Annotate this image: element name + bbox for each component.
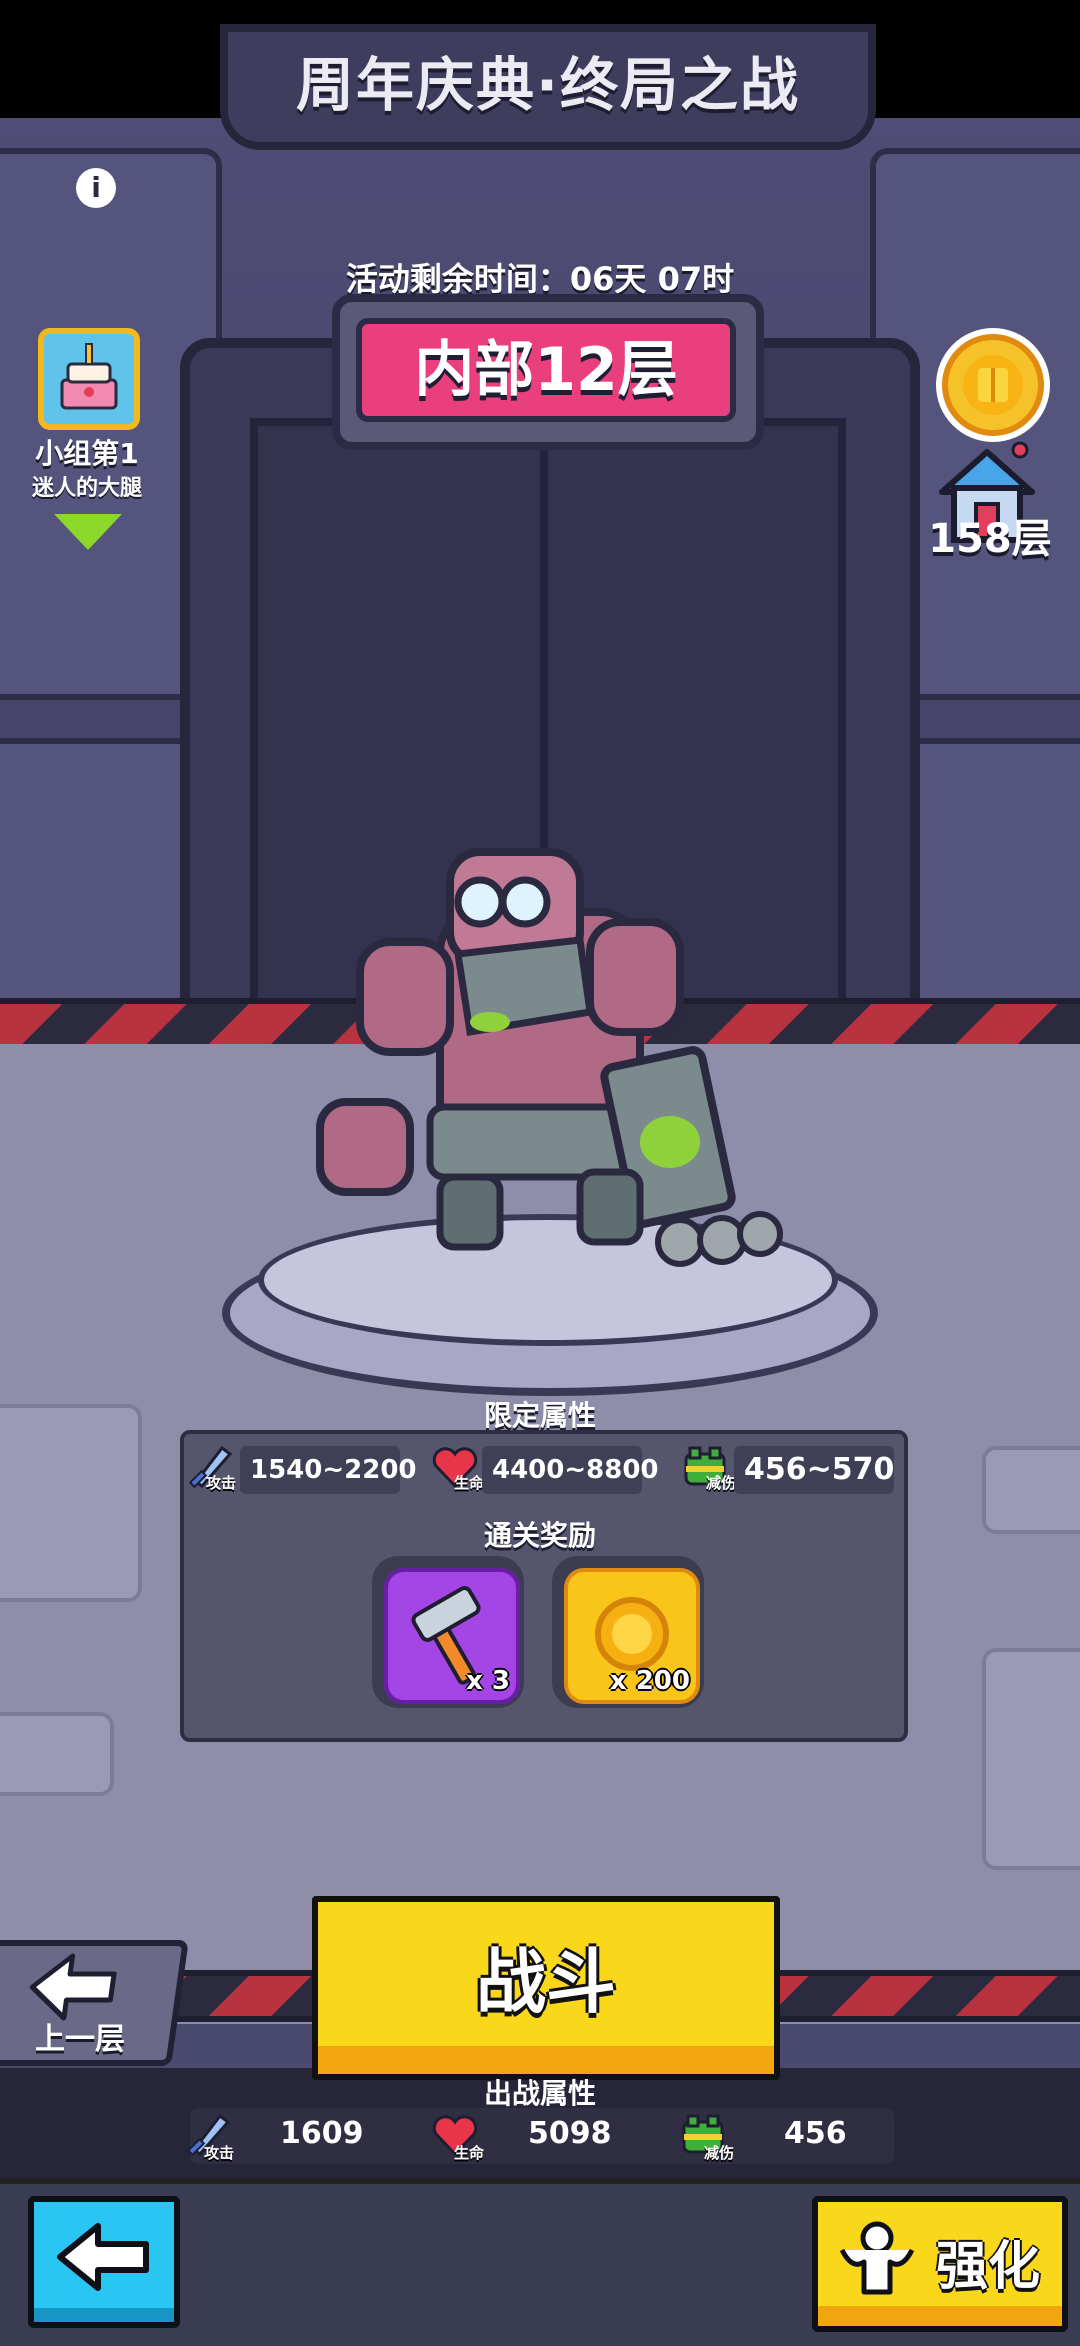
cake-icon xyxy=(38,328,140,430)
previous-floor-label: 上一层 xyxy=(35,2022,125,2057)
timer-label: 活动剩余时间： xyxy=(345,260,570,298)
enemy-stat-row: 攻击 1540~2200 生命 4400~8800 减伤 456~570 xyxy=(186,1442,896,1498)
home-level: 158层 xyxy=(928,516,1052,562)
reward-item-gold-medal[interactable]: x 200 xyxy=(552,1556,704,1708)
upgrade-label: 强化 xyxy=(936,2237,1041,2297)
floor-tile xyxy=(0,1712,114,1796)
chevron-down-icon[interactable] xyxy=(54,514,122,550)
player-hp-value: 5098 xyxy=(528,2116,612,2151)
enemy-hp-value: 4400~8800 xyxy=(482,1446,659,1494)
reward-item-hammer[interactable]: x 3 xyxy=(372,1556,524,1708)
floor-tile xyxy=(982,1648,1080,1870)
enemy-defense-value: 456~570 xyxy=(734,1446,894,1494)
rank-name: 迷人的大腿 xyxy=(31,476,142,501)
event-title: 周年庆典·终局之战 xyxy=(295,51,801,119)
timer-value: 06天 07时 xyxy=(569,260,735,298)
rewards-label: 通关奖励 xyxy=(483,1519,596,1552)
rank-card[interactable]: 小组第1 迷人的大腿 xyxy=(22,328,146,628)
player-defense-sub: 减伤 xyxy=(704,2144,735,2162)
strength-icon xyxy=(839,2221,915,2295)
rank-label: 小组第1 xyxy=(35,437,139,470)
battle-stats-label: 出战属性 xyxy=(483,2077,596,2110)
enemy-stats-label: 限定属性 xyxy=(483,1399,596,1432)
enemy-hp-sub: 生命 xyxy=(454,1474,485,1492)
player-hp-sub: 生命 xyxy=(454,2144,485,2162)
fight-button[interactable]: 战斗 xyxy=(312,1896,780,2080)
info-icon[interactable]: i xyxy=(76,168,116,208)
enemy-attack-value: 1540~2200 xyxy=(240,1446,417,1494)
back-button[interactable] xyxy=(28,2196,180,2328)
gold-coin-icon[interactable] xyxy=(942,334,1044,436)
arrow-left-icon xyxy=(29,1953,117,2021)
player-defense-value: 456 xyxy=(784,2116,847,2151)
robot-boss-enemy[interactable] xyxy=(300,842,800,1282)
reward-count: x 3 xyxy=(466,1666,510,1696)
arrow-left-icon xyxy=(57,2223,149,2291)
floor-name: 内部12层 xyxy=(356,318,736,422)
player-attack-value: 1609 xyxy=(280,2116,364,2151)
reward-count: x 200 xyxy=(609,1666,690,1696)
battle-stat-row: 攻击 1609 生命 5098 减伤 456 xyxy=(186,2108,894,2164)
player-attack-sub: 攻击 xyxy=(204,2144,235,2162)
upgrade-button[interactable]: 强化 xyxy=(812,2196,1068,2332)
enemy-attack-sub: 攻击 xyxy=(206,1474,237,1492)
enemy-defense-sub: 减伤 xyxy=(706,1474,737,1492)
